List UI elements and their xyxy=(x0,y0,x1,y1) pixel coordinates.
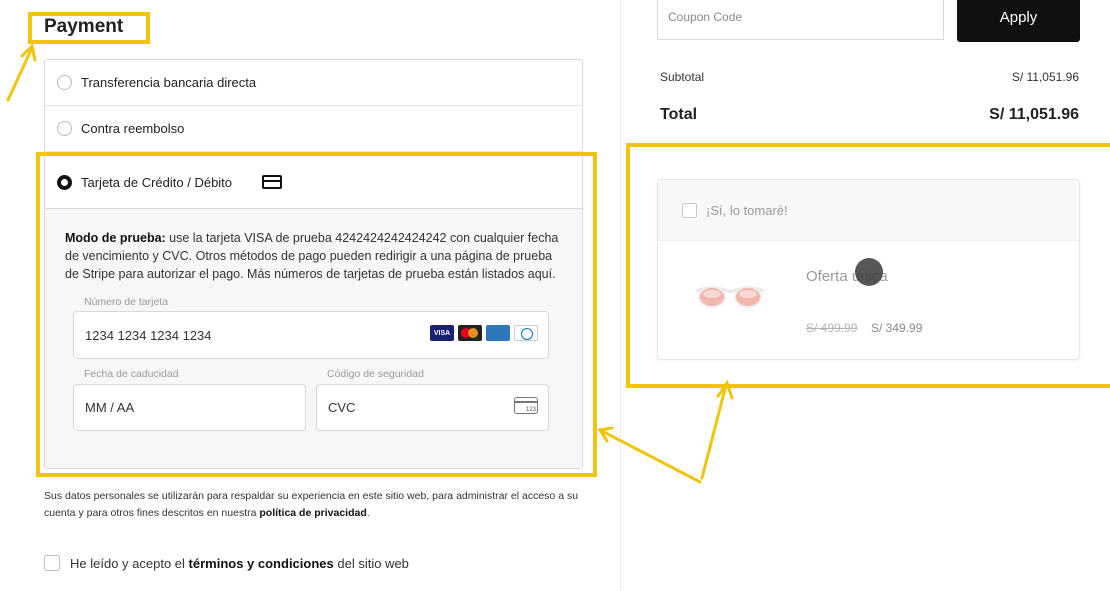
arrow-payment-head xyxy=(20,42,37,62)
terms-post: del sitio web xyxy=(337,555,409,571)
arrow-card-head xyxy=(597,426,614,443)
radio-bank-transfer[interactable] xyxy=(57,75,72,90)
terms-row[interactable]: He leído y acepto el términos y condicio… xyxy=(44,555,409,571)
terms-link[interactable]: términos y condiciones xyxy=(189,556,334,571)
apply-button[interactable]: Apply xyxy=(957,0,1080,42)
highlight-box-payment xyxy=(28,12,150,44)
highlight-box-card xyxy=(36,152,597,477)
method-label: Transferencia bancaria directa xyxy=(81,75,257,90)
coupon-input[interactable]: Coupon Code xyxy=(657,0,944,40)
arrow-payment xyxy=(6,46,34,102)
arrow-offer xyxy=(700,383,728,480)
total-value: S/ 11,051.96 xyxy=(989,106,1079,123)
arrow-card xyxy=(598,428,702,484)
column-divider xyxy=(620,0,621,591)
terms-checkbox[interactable] xyxy=(44,555,60,571)
privacy-end: . xyxy=(366,507,370,519)
privacy-policy-link[interactable]: política de privacidad xyxy=(259,507,366,519)
subtotal-value: S/ 11,051.96 xyxy=(1011,70,1079,84)
method-label: Contra reembolso xyxy=(81,121,185,136)
radio-cash-on-delivery[interactable] xyxy=(57,121,72,136)
highlight-box-offer xyxy=(626,143,1110,388)
terms-pre: He leído y acepto el xyxy=(70,555,185,571)
privacy-notice: Sus datos personales se utilizarán para … xyxy=(44,488,604,522)
method-bank-transfer[interactable]: Transferencia bancaria directa xyxy=(45,60,582,106)
method-cash-on-delivery[interactable]: Contra reembolso xyxy=(45,106,582,152)
subtotal-label: Subtotal xyxy=(660,70,705,84)
total-label: Total xyxy=(660,106,698,123)
